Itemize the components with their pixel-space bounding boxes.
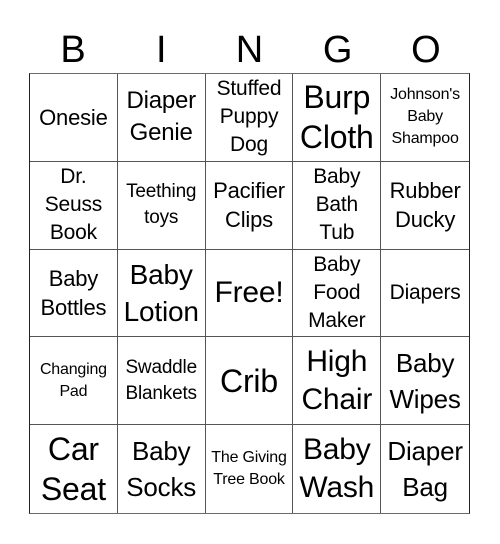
- bingo-cell[interactable]: Baby Wash: [293, 425, 382, 513]
- cell-label: Diaper Bag: [387, 436, 463, 503]
- cell-label: High Chair: [301, 344, 373, 416]
- bingo-cell[interactable]: Car Seat: [30, 425, 118, 513]
- cell-label: Burp Cloth: [299, 79, 374, 156]
- cell-label: Diapers: [389, 280, 461, 304]
- cell-label: Changing Pad: [39, 360, 107, 400]
- cell-label: Crib: [220, 362, 278, 399]
- bingo-cell[interactable]: Rubber Ducky: [381, 162, 469, 250]
- bingo-cell[interactable]: Baby Bottles: [30, 249, 118, 338]
- cell-label: Baby Socks: [126, 436, 197, 503]
- cell-label: Stuffed Puppy Dog: [216, 77, 282, 157]
- cell-label: Rubber Ducky: [389, 178, 461, 233]
- bingo-cell[interactable]: Baby Wipes: [381, 337, 469, 426]
- cell-label: Baby Food Maker: [308, 252, 366, 332]
- cell-label: Diaper Genie: [126, 87, 196, 147]
- cell-label: Swaddle Blankets: [125, 356, 197, 404]
- bingo-cell[interactable]: Teething toys: [117, 161, 206, 250]
- cell-label: Baby Wash: [299, 433, 375, 505]
- bingo-cell[interactable]: Onesie: [30, 74, 118, 162]
- header-letter-n: N: [235, 29, 264, 71]
- cell-label: Teething toys: [126, 181, 197, 229]
- bingo-cell[interactable]: Swaddle Blankets: [117, 337, 206, 426]
- cell-label: Johnson's Baby Shampoo: [390, 86, 460, 148]
- bingo-cell[interactable]: Stuffed Puppy Dog: [205, 74, 294, 162]
- header-letter-i: I: [156, 29, 167, 71]
- bingo-cell[interactable]: Pacifier Clips: [205, 161, 294, 250]
- cell-label: Car Seat: [40, 431, 106, 508]
- cell-label: Baby Lotion: [123, 258, 199, 327]
- bingo-cell[interactable]: Baby Lotion: [117, 249, 206, 338]
- bingo-cell[interactable]: High Chair: [293, 337, 382, 426]
- header-letter-g: G: [322, 29, 353, 71]
- free-space[interactable]: Free!: [205, 249, 294, 338]
- bingo-cell[interactable]: Baby Food Maker: [293, 249, 382, 338]
- cell-label: Baby Bottles: [40, 265, 107, 320]
- cell-label: The Giving Tree Book: [211, 449, 287, 489]
- cell-label: Baby Wipes: [389, 347, 461, 414]
- bingo-cell[interactable]: Diapers: [381, 250, 469, 338]
- bingo-cell[interactable]: Baby Socks: [118, 425, 206, 513]
- bingo-cell[interactable]: Baby Bath Tub: [293, 161, 382, 250]
- bingo-board: Onesie Diaper Genie Stuffed Puppy Dog Bu…: [29, 73, 470, 514]
- cell-label: Dr. Seuss Book: [44, 165, 103, 245]
- bingo-cell[interactable]: Crib: [205, 337, 294, 426]
- cell-label: Onesie: [39, 104, 108, 130]
- header-letter-b: B: [60, 29, 86, 71]
- cell-label: Pacifier Clips: [213, 178, 285, 233]
- header-letter-o: O: [411, 29, 441, 71]
- bingo-cell[interactable]: Johnson's Baby Shampoo: [381, 74, 469, 162]
- bingo-cell[interactable]: Diaper Bag: [381, 425, 469, 513]
- bingo-cell[interactable]: Dr. Seuss Book: [30, 161, 118, 250]
- bingo-cell[interactable]: Changing Pad: [30, 337, 118, 426]
- cell-label: Baby Bath Tub: [313, 165, 361, 245]
- bingo-cell[interactable]: The Giving Tree Book: [206, 425, 294, 513]
- bingo-cell[interactable]: Diaper Genie: [117, 74, 206, 162]
- bingo-header: B I N G O: [29, 28, 470, 73]
- cell-label: Free!: [214, 275, 284, 309]
- bingo-cell[interactable]: Burp Cloth: [293, 74, 382, 162]
